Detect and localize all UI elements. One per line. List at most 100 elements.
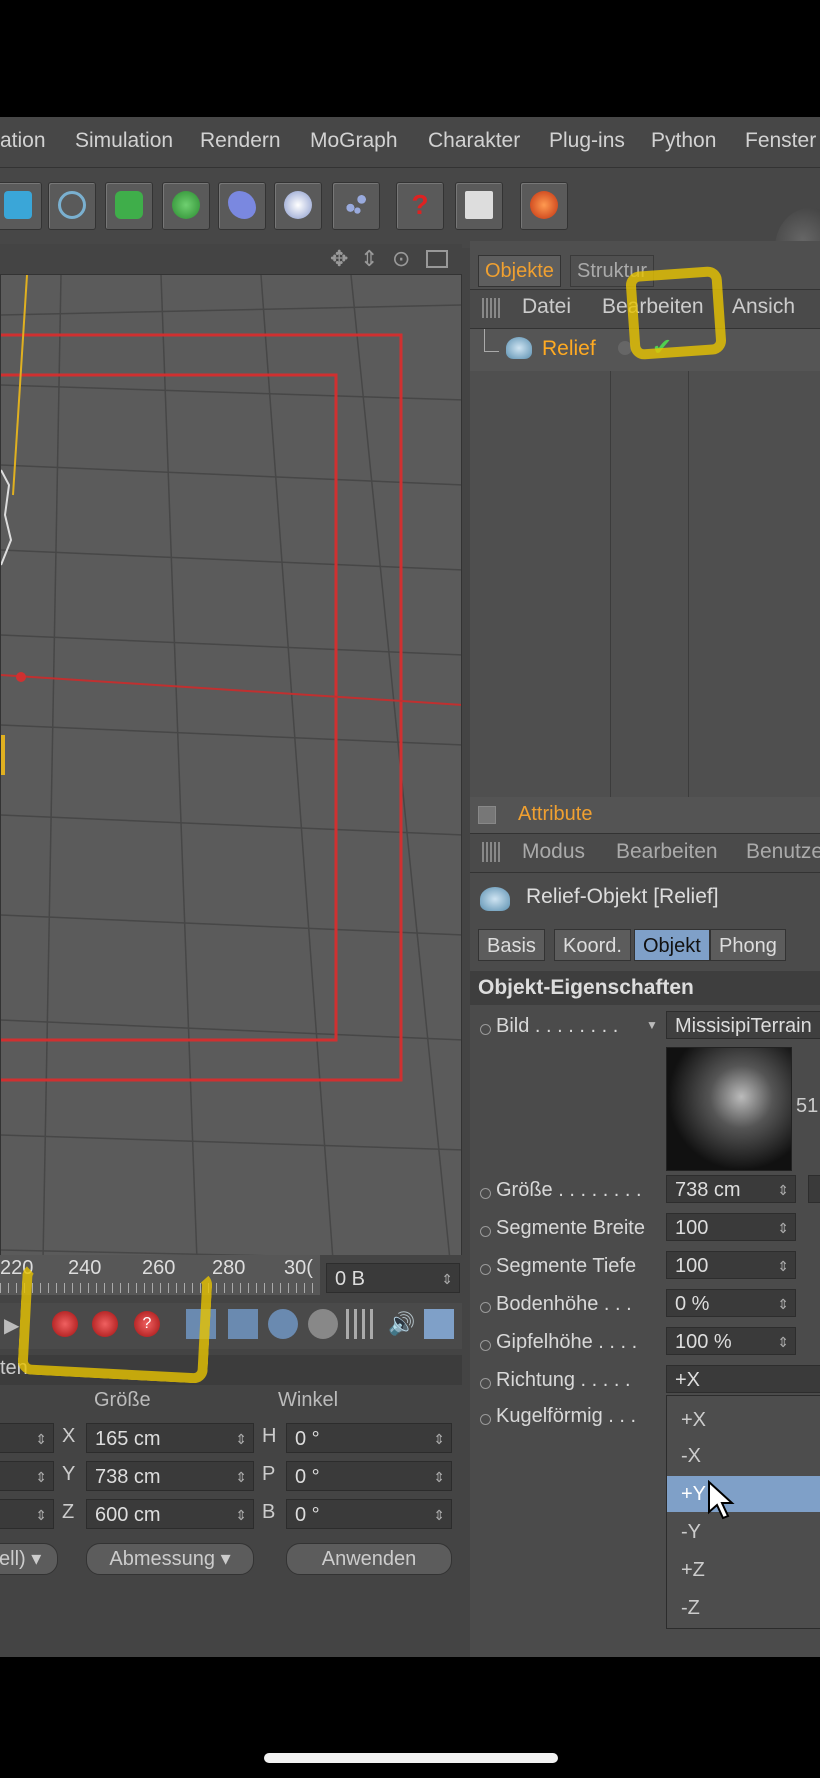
zoom-view-icon[interactable]: ⇕ <box>360 246 378 272</box>
keyframe-scale-icon[interactable] <box>228 1309 258 1339</box>
play-icon[interactable]: ▶ <box>4 1313 19 1338</box>
size-z-field[interactable]: 600 cm ⇕ <box>86 1499 254 1529</box>
spinner-icon[interactable]: ⇕ <box>433 1500 445 1530</box>
rotate-view-icon[interactable]: ⊙ <box>392 246 410 272</box>
menu-rendern[interactable]: Rendern <box>200 129 281 153</box>
animate-dot-icon[interactable] <box>480 1188 491 1199</box>
position-y-field[interactable]: ⇕ <box>0 1461 54 1491</box>
groesse-field-2[interactable] <box>808 1175 820 1203</box>
deformer-icon[interactable] <box>218 182 266 230</box>
spinner-icon[interactable]: ⇕ <box>777 1252 789 1278</box>
animate-dot-icon[interactable] <box>480 1414 491 1425</box>
menu-plugins[interactable]: Plug-ins <box>549 129 625 153</box>
panel-toggle-icon[interactable] <box>478 806 496 824</box>
spinner-icon[interactable]: ⇕ <box>777 1214 789 1240</box>
richtung-select[interactable]: +X <box>666 1365 820 1393</box>
keyframe-param-icon[interactable] <box>308 1309 338 1339</box>
kugelfoermig-label: Kugelförmig . . . <box>496 1405 637 1427</box>
position-x-field[interactable]: ⇕ <box>0 1423 54 1453</box>
particles-icon[interactable] <box>332 182 380 230</box>
mode-dropdown[interactable]: ell) ▾ <box>0 1543 58 1575</box>
spline-icon[interactable] <box>48 182 96 230</box>
spinner-icon[interactable]: ⇕ <box>235 1424 247 1454</box>
option-plus-y[interactable]: +Y <box>667 1476 820 1512</box>
object-name[interactable]: Relief <box>542 337 596 361</box>
angle-h-field[interactable]: 0 ° ⇕ <box>286 1423 452 1453</box>
menu-ansicht[interactable]: Ansich <box>732 295 795 319</box>
angle-b-field[interactable]: 0 ° ⇕ <box>286 1499 452 1529</box>
dropdown-arrow-icon[interactable]: ▼ <box>646 1018 658 1032</box>
size-x-field[interactable]: 165 cm ⇕ <box>86 1423 254 1453</box>
maximize-view-icon[interactable] <box>426 250 448 268</box>
angle-b-label: B <box>262 1501 276 1523</box>
menu-simulation[interactable]: Simulation <box>75 129 173 153</box>
animate-dot-icon[interactable] <box>480 1378 491 1389</box>
bild-path-field[interactable]: MissisipiTerrain <box>666 1011 820 1039</box>
menu-benutzer[interactable]: Benutze <box>746 840 820 864</box>
spinner-icon[interactable]: ⇕ <box>35 1462 47 1492</box>
spinner-icon[interactable]: ⇕ <box>235 1462 247 1492</box>
anwenden-button[interactable]: Anwenden <box>286 1543 452 1575</box>
render-icon[interactable] <box>520 182 568 230</box>
spinner-icon[interactable]: ⇕ <box>35 1500 47 1530</box>
scene-icon[interactable] <box>274 182 322 230</box>
animate-dot-icon[interactable] <box>480 1340 491 1351</box>
tab-koord[interactable]: Koord. <box>554 929 631 961</box>
gipfelhoehe-field[interactable]: 100 % ⇕ <box>666 1327 796 1355</box>
bodenhoehe-field[interactable]: 0 % ⇕ <box>666 1289 796 1317</box>
tab-phong[interactable]: Phong <box>710 929 786 961</box>
bodenhoehe-value: 0 % <box>675 1293 710 1315</box>
spinner-icon[interactable]: ⇕ <box>35 1424 47 1454</box>
frame-field[interactable]: 0 B ⇕ <box>326 1263 460 1293</box>
array-icon[interactable] <box>162 182 210 230</box>
menu-bearbeiten[interactable]: Bearbeiten <box>616 840 718 864</box>
keyframe-points-icon[interactable] <box>346 1309 376 1339</box>
menu-datei[interactable]: Datei <box>522 295 571 319</box>
segmente-breite-field[interactable]: 100 ⇕ <box>666 1213 796 1241</box>
spinner-icon[interactable]: ⇕ <box>433 1462 445 1492</box>
position-z-field[interactable]: ⇕ <box>0 1499 54 1529</box>
spinner-icon[interactable]: ⇕ <box>433 1424 445 1454</box>
layout-icon[interactable] <box>455 182 503 230</box>
option-plus-z[interactable]: +Z <box>667 1552 802 1588</box>
spinner-icon[interactable]: ⇕ <box>441 1264 453 1292</box>
sound-icon[interactable]: 🔊 <box>388 1311 415 1337</box>
groesse-field[interactable]: 738 cm ⇕ <box>666 1175 796 1203</box>
angle-p-field[interactable]: 0 ° ⇕ <box>286 1461 452 1491</box>
option-minus-z[interactable]: -Z <box>667 1590 802 1626</box>
help-icon[interactable]: ? <box>396 182 444 230</box>
spinner-icon[interactable]: ⇕ <box>777 1176 789 1202</box>
coordinates-manager: ten Größe Winkel ⇕ X 165 cm ⇕ H 0 ° ⇕ ⇕ Y … <box>0 1355 462 1657</box>
animate-dot-icon[interactable] <box>480 1264 491 1275</box>
spinner-icon[interactable]: ⇕ <box>777 1290 789 1316</box>
menu-python[interactable]: Python <box>651 129 716 153</box>
relief-object-icon <box>480 887 510 911</box>
size-y-field[interactable]: 738 cm ⇕ <box>86 1461 254 1491</box>
menu-animation[interactable]: ation <box>0 129 46 153</box>
home-indicator[interactable] <box>264 1753 558 1763</box>
move-view-icon[interactable]: ✥ <box>330 246 348 272</box>
animate-dot-icon[interactable] <box>480 1226 491 1237</box>
animate-dot-icon[interactable] <box>480 1302 491 1313</box>
nurbs-icon[interactable] <box>105 182 153 230</box>
cube-icon[interactable] <box>0 182 42 230</box>
animate-dot-icon[interactable] <box>480 1024 491 1035</box>
option-plus-x[interactable]: +X <box>667 1402 802 1438</box>
option-minus-x[interactable]: -X <box>667 1438 802 1474</box>
segmente-tiefe-field[interactable]: 100 ⇕ <box>666 1251 796 1279</box>
spinner-icon[interactable]: ⇕ <box>235 1500 247 1530</box>
menu-charakter[interactable]: Charakter <box>428 129 520 153</box>
timeline-settings-icon[interactable] <box>424 1309 454 1339</box>
spinner-icon[interactable]: ⇕ <box>777 1328 789 1354</box>
abmessung-dropdown[interactable]: Abmessung ▾ <box>86 1543 254 1575</box>
section-header: Objekt-Eigenschaften <box>470 971 820 1005</box>
menu-mograph[interactable]: MoGraph <box>310 129 398 153</box>
keyframe-rotate-icon[interactable] <box>268 1309 298 1339</box>
angle-b-value: 0 ° <box>295 1504 320 1526</box>
tab-objekt[interactable]: Objekt <box>634 929 710 961</box>
tab-basis[interactable]: Basis <box>478 929 545 961</box>
menu-fenster[interactable]: Fenster <box>745 129 816 153</box>
3d-viewport[interactable] <box>0 274 462 1369</box>
menu-modus[interactable]: Modus <box>522 840 585 864</box>
tab-objekte[interactable]: Objekte <box>478 255 561 287</box>
